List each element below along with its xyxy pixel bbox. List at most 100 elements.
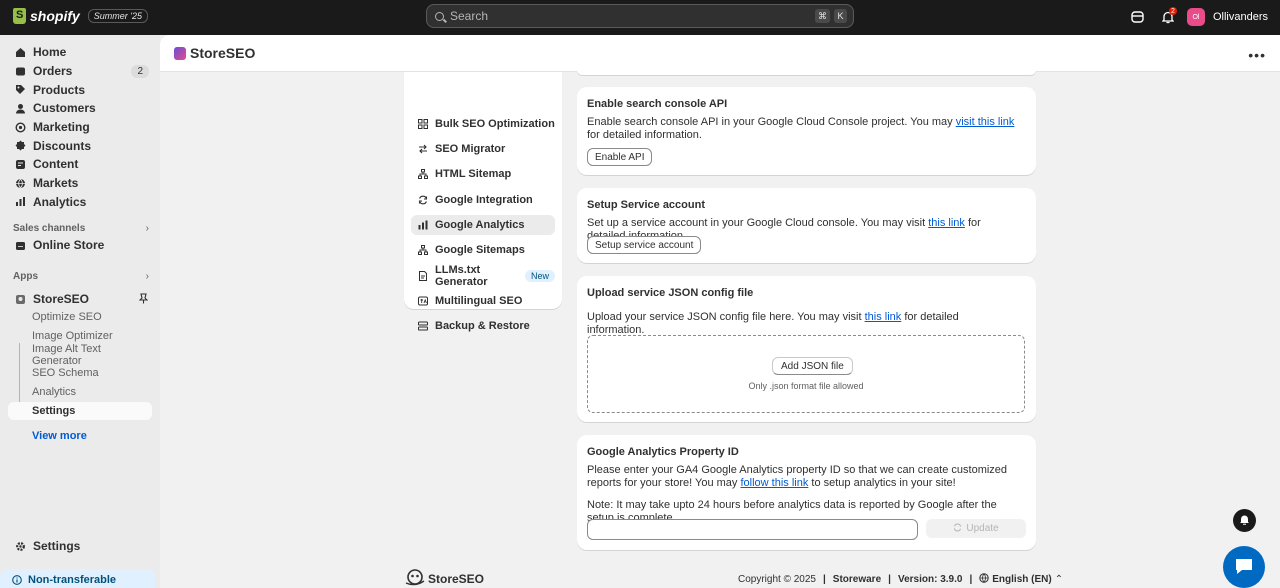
search-input[interactable]: Search ⌘ K [426,4,854,28]
menu-item-bulk-seo[interactable]: Bulk SEO Optimization [411,114,555,134]
arrows-icon [418,144,428,154]
nav-marketing[interactable]: Marketing [8,118,152,137]
nav-label: Home [33,45,67,60]
nav-storeseo[interactable]: StoreSEO [8,290,152,309]
sub-item-optimize-seo[interactable]: Optimize SEO [8,308,152,326]
nav-label: Content [33,157,79,172]
view-more-link[interactable]: View more [32,430,87,442]
chat-button[interactable] [1223,546,1265,588]
bar-chart-icon [418,220,428,230]
json-upload-card: Upload service JSON config file Upload y… [577,276,1036,422]
ga-property-card: Google Analytics Property ID Please ente… [577,435,1036,550]
visit-link[interactable]: visit this link [956,116,1015,128]
nav-products[interactable]: Products [8,80,152,99]
dropzone-hint: Only .json format file allowed [748,381,864,391]
notification-badge: 2 [1168,7,1177,15]
sitemap-icon [418,245,428,255]
follow-this-link[interactable]: follow this link [740,477,808,489]
this-link[interactable]: this link [865,311,902,323]
grid-icon [418,119,428,129]
nav-content[interactable]: Content [8,155,152,174]
menu-item-multilingual-seo[interactable]: Multilingual SEO [411,291,555,311]
menu-item-backup-restore[interactable]: Backup & Restore [411,316,555,336]
sales-channels-header[interactable]: Sales channels › [13,223,149,234]
more-actions-icon[interactable]: ••• [1248,47,1266,63]
menu-item-label: LLMs.txt Generator [435,264,488,288]
language-selector[interactable]: English (EN) ⌃ [979,573,1063,586]
add-json-file-button[interactable]: Add JSON file [772,357,853,375]
store-avatar[interactable]: Ol [1186,8,1205,26]
menu-item-google-analytics[interactable]: Google Analytics [411,215,555,235]
storefront-icon [15,240,26,251]
refresh-icon [418,195,428,205]
main-content: StoreSEO ••• Bulk SEO Optimization SEO M… [160,35,1280,588]
nav-label: Customers [33,101,96,116]
nav-label: StoreSEO [33,292,90,307]
sub-item-seo-schema[interactable]: SEO Schema [8,364,152,382]
footer-logo: StoreSEO [405,568,484,588]
copyright: Copyright © 2025 [738,574,816,585]
company-link[interactable]: Storeware [833,574,881,585]
card-title: Google Analytics Property ID [587,446,739,458]
sub-item-image-alt-text[interactable]: Image Alt Text Generator [8,343,152,367]
menu-item-google-sitemaps[interactable]: Google Sitemaps [411,240,555,260]
json-dropzone[interactable]: Add JSON file Only .json format file all… [587,335,1025,413]
menu-item-label: Backup & Restore [435,320,530,332]
settings-menu: Bulk SEO Optimization SEO Migrator HTML … [404,72,562,332]
globe-icon [979,573,989,586]
nav-home[interactable]: Home [8,43,152,62]
globe-icon [15,178,26,189]
nav-label: Online Store [33,238,105,253]
k-key: K [834,9,847,23]
menu-item-google-integration[interactable]: Google Integration [411,190,555,210]
sub-item-analytics[interactable]: Analytics [8,383,152,401]
nav-settings[interactable]: Settings [8,537,152,556]
sub-item-settings[interactable]: Settings [8,402,152,420]
chart-icon [15,196,26,207]
menu-item-llms-txt[interactable]: LLMs.txt Generator New [411,264,555,288]
menu-item-label: Google Integration [435,194,533,206]
non-transferable-banner[interactable]: Non-transferable [0,569,155,588]
pin-icon[interactable] [138,293,149,307]
store-name[interactable]: Ollivanders [1213,11,1268,23]
shopify-logo[interactable]: shopify Summer '25 [13,8,149,24]
menu-item-html-sitemap[interactable]: HTML Sitemap [411,164,555,184]
nav-orders[interactable]: Orders 2 [8,62,152,81]
property-id-input[interactable] [587,519,918,540]
storeseo-app-icon [15,294,26,305]
setup-service-account-button[interactable]: Setup service account [587,236,702,254]
top-bar: shopify Summer '25 Search ⌘ K 2 Ol Olliv… [0,0,1280,35]
gear-icon [15,541,26,552]
card-title: Upload service JSON config file [587,287,754,299]
notifications-icon[interactable]: 2 [1157,6,1179,28]
apps-header[interactable]: Apps › [13,271,149,282]
nav-label: Orders [33,64,73,79]
nav-label: Discounts [33,138,92,153]
page-title: StoreSEO [190,45,256,61]
non-transferable-label: Non-transferable [28,574,117,586]
store-icon[interactable] [1127,6,1149,28]
menu-item-seo-migrator[interactable]: SEO Migrator [411,139,555,159]
nav-customers[interactable]: Customers [8,99,152,118]
update-label: Update [966,523,999,534]
this-link[interactable]: this link [928,217,965,229]
enable-api-button[interactable]: Enable API [587,148,653,166]
home-icon [15,47,26,58]
storeseo-robot-icon [405,568,425,588]
menu-item-label: Google Sitemaps [435,244,525,256]
menu-item-label: SEO Migrator [435,143,506,155]
nav-label: Analytics [33,194,87,209]
footer: StoreSEO Copyright © 2025 | Storeware | … [160,565,1280,588]
bell-plus-icon [1239,514,1250,528]
nav-online-store[interactable]: Online Store [8,236,152,255]
nav-analytics[interactable]: Analytics [8,193,152,212]
notification-fab[interactable] [1233,509,1256,532]
nav-discounts[interactable]: Discounts [8,136,152,155]
orders-icon [15,66,26,77]
update-button[interactable]: Update [926,519,1026,538]
card-description: Enable search console API in your Google… [587,116,1015,141]
command-key: ⌘ [815,9,830,23]
person-icon [15,103,26,114]
nav-markets[interactable]: Markets [8,174,152,193]
chevron-right-icon: › [145,271,149,282]
